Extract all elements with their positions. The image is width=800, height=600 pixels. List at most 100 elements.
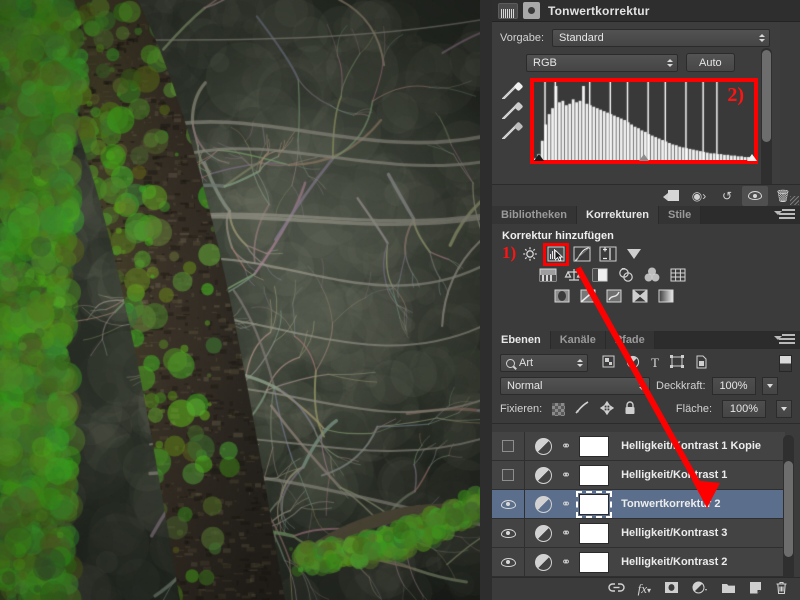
lock-image-icon[interactable] xyxy=(575,401,590,417)
table-row[interactable]: ⚭ Helligkeit/Kontrast 2 xyxy=(492,548,785,577)
new-group-icon[interactable] xyxy=(721,582,736,597)
layer-mask-thumbnail[interactable] xyxy=(579,435,610,457)
hue-saturation-icon[interactable] xyxy=(538,266,558,284)
smart-object-filter-icon[interactable] xyxy=(695,355,708,372)
layer-visibility-checkbox[interactable] xyxy=(492,432,525,460)
preset-select[interactable]: Standard xyxy=(552,29,770,47)
lock-transparency-icon[interactable] xyxy=(552,402,566,416)
table-row[interactable]: ⚭ Helligkeit/Kontrast 1 Kopie xyxy=(492,432,785,461)
layer-mask-thumbnail[interactable] xyxy=(579,464,610,486)
link-layers-icon[interactable] xyxy=(607,582,625,596)
vibrance-icon[interactable] xyxy=(624,245,644,263)
layers-scrollbar[interactable] xyxy=(783,435,794,585)
canvas-gutter xyxy=(480,0,492,600)
resize-grip[interactable] xyxy=(790,196,799,205)
fill-dropdown-button[interactable] xyxy=(776,400,792,418)
mask-link-icon[interactable]: ⚭ xyxy=(561,440,571,452)
mask-link-icon[interactable]: ⚭ xyxy=(561,556,571,568)
mask-link-icon[interactable]: ⚭ xyxy=(561,498,571,510)
type-layers-filter-icon[interactable]: T xyxy=(651,355,659,371)
levels-icon[interactable] xyxy=(543,243,569,266)
layer-visibility-eye-icon[interactable] xyxy=(492,519,525,547)
panel-menu-icon[interactable] xyxy=(779,334,795,346)
white-point-eyedropper[interactable] xyxy=(500,121,524,142)
properties-scrollbar[interactable] xyxy=(761,48,772,206)
view-previous-state-icon[interactable]: ◉› xyxy=(686,186,712,206)
tab-pfade[interactable]: Pfade xyxy=(605,331,655,349)
fill-value[interactable]: 100% xyxy=(722,400,766,418)
threshold-icon[interactable] xyxy=(604,287,624,305)
tab-ebenen[interactable]: Ebenen xyxy=(492,331,551,349)
layer-visibility-eye-icon[interactable] xyxy=(492,490,525,518)
layers-panel: Ebenen Kanäle Pfade Art T Normal Deckkra… xyxy=(492,331,800,600)
toggle-visibility-icon[interactable] xyxy=(742,185,768,206)
layer-name: Helligkeit/Kontrast 2 xyxy=(621,556,728,568)
blend-mode-select[interactable]: Normal xyxy=(500,377,650,395)
layer-mask-thumbnail[interactable] xyxy=(579,551,610,573)
channel-select[interactable]: RGB xyxy=(526,53,678,72)
tab-stile[interactable]: Stile xyxy=(658,206,702,224)
black-point-slider[interactable] xyxy=(534,154,544,161)
layer-visibility-checkbox[interactable] xyxy=(492,461,525,489)
new-adjustment-layer-icon[interactable] xyxy=(692,581,708,597)
layer-filter-value: Art xyxy=(519,357,534,369)
properties-panel: Tonwertkorrektur Vorgabe: Standard RGB A… xyxy=(492,0,800,206)
black-white-icon[interactable] xyxy=(590,266,610,284)
adjustments-row-1: 1) xyxy=(502,243,800,266)
layer-mask-thumbnail[interactable] xyxy=(576,490,613,518)
shape-layers-filter-icon[interactable] xyxy=(669,355,684,371)
adjustments-row-3 xyxy=(502,287,800,305)
exposure-icon[interactable] xyxy=(598,245,618,263)
delete-layer-icon[interactable] xyxy=(775,581,788,598)
mask-link-icon[interactable]: ⚭ xyxy=(561,469,571,481)
panel-menu-icon[interactable] xyxy=(779,209,795,221)
table-row[interactable]: ⚭ Tonwertkorrektur 2 xyxy=(492,490,785,519)
opacity-dropdown-button[interactable] xyxy=(761,377,778,395)
lock-label: Fixieren: xyxy=(500,403,543,415)
mask-link-icon[interactable]: ⚭ xyxy=(561,527,571,539)
gradient-map-icon[interactable] xyxy=(656,287,676,305)
properties-panel-footer: ◉› ↺ 🗑 xyxy=(492,184,800,206)
new-layer-icon[interactable] xyxy=(749,581,762,597)
adjustments-icon-grid: 1) xyxy=(492,243,800,305)
histogram-chart[interactable] xyxy=(534,82,754,160)
search-icon xyxy=(506,358,515,368)
add-mask-icon[interactable] xyxy=(664,581,679,597)
lock-position-icon[interactable] xyxy=(600,400,615,418)
lock-all-icon[interactable] xyxy=(624,400,636,418)
table-row[interactable]: ⚭ Helligkeit/Kontrast 3 xyxy=(492,519,785,548)
layer-visibility-eye-icon[interactable] xyxy=(492,548,525,576)
reset-icon[interactable]: ↺ xyxy=(714,186,740,206)
annotation-label-1: 1) xyxy=(502,243,517,262)
layer-filter-select[interactable]: Art xyxy=(500,354,588,372)
adjustment-layers-filter-icon[interactable] xyxy=(626,355,640,372)
channel-mixer-icon[interactable] xyxy=(642,266,662,284)
opacity-value[interactable]: 100% xyxy=(711,377,756,395)
white-point-slider[interactable] xyxy=(747,154,757,161)
posterize-icon[interactable] xyxy=(578,287,598,305)
opacity-label: Deckkraft: xyxy=(656,380,706,392)
invert-icon[interactable] xyxy=(552,287,572,305)
adjustment-circle-icon xyxy=(523,2,540,19)
selective-color-icon[interactable] xyxy=(630,287,650,305)
document-canvas[interactable] xyxy=(0,0,480,600)
table-row[interactable]: ⚭ Helligkeit/Kontrast 1 xyxy=(492,461,785,490)
photo-filter-icon[interactable] xyxy=(616,266,636,284)
tab-bibliotheken[interactable]: Bibliotheken xyxy=(492,206,578,224)
black-point-eyedropper[interactable] xyxy=(500,81,524,102)
color-lookup-icon[interactable] xyxy=(668,266,688,284)
pixel-layers-filter-icon[interactable] xyxy=(602,355,615,371)
color-balance-icon[interactable] xyxy=(564,266,584,284)
preset-label: Vorgabe: xyxy=(500,32,545,44)
tab-korrekturen[interactable]: Korrekturen xyxy=(577,206,659,224)
filter-toggle-switch[interactable] xyxy=(779,354,792,372)
tab-kanaele[interactable]: Kanäle xyxy=(550,331,606,349)
layer-style-fx-icon[interactable]: fx▾ xyxy=(638,581,651,597)
gamma-slider[interactable] xyxy=(639,154,649,161)
auto-button[interactable]: Auto xyxy=(686,53,735,72)
clip-to-layer-icon[interactable] xyxy=(658,186,684,206)
gray-point-eyedropper[interactable] xyxy=(500,101,524,122)
layer-mask-thumbnail[interactable] xyxy=(579,522,610,544)
curves-icon[interactable] xyxy=(572,245,592,263)
brightness-contrast-icon[interactable] xyxy=(520,245,540,263)
